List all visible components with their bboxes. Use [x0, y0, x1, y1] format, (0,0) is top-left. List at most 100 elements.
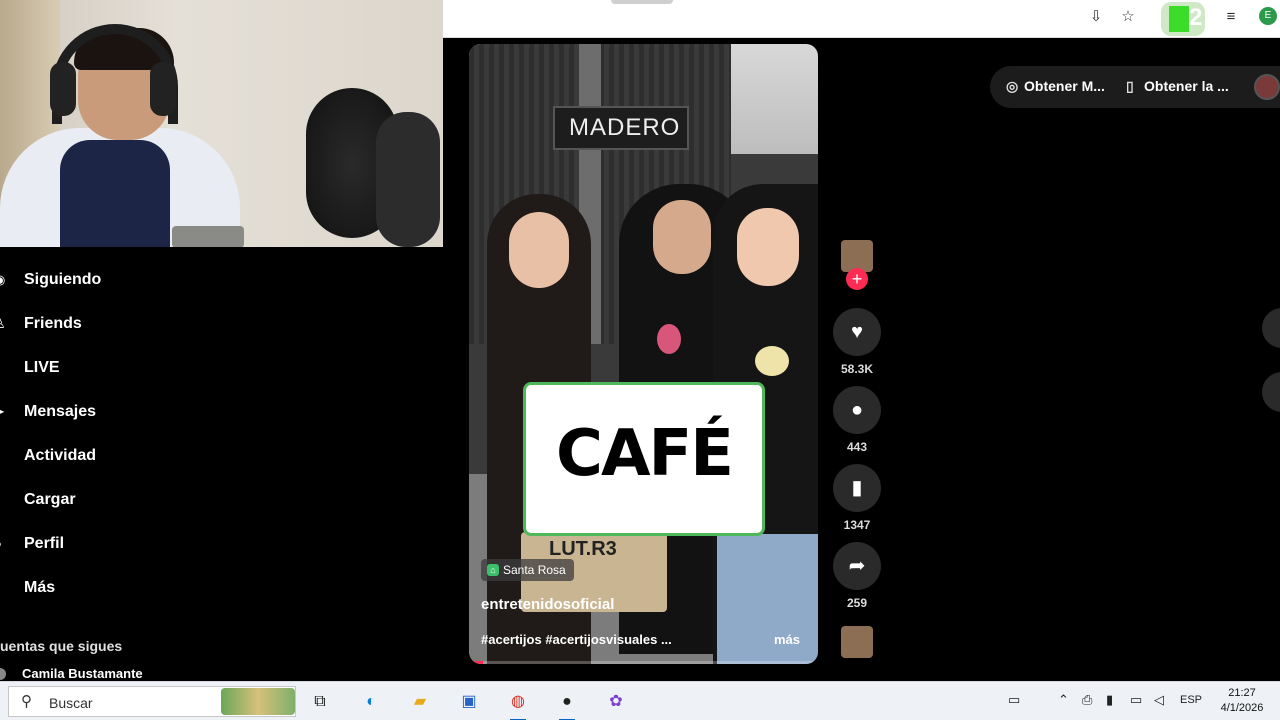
save-count: 1347 — [843, 518, 871, 532]
share-count: 259 — [846, 596, 868, 610]
ice-cream-pink — [657, 324, 681, 354]
like-button[interactable]: ♥ — [833, 308, 881, 356]
get-coins-button[interactable]: ◎ Obtener M... — [1006, 78, 1105, 95]
install-app-icon[interactable]: ⇩ — [1086, 7, 1106, 27]
sidebar-item-cargar[interactable]: ▯ Cargar — [0, 478, 260, 522]
ice-cream-vanilla — [755, 346, 789, 376]
messages-icon: ➤ — [0, 405, 8, 419]
sidebar-nav: ◉ Siguiendo ♙ Friends ▯ LIVE ➤ Mensajes … — [0, 258, 260, 610]
word-card: CAFÉ — [523, 382, 765, 536]
profile-icon: ● — [0, 537, 8, 551]
clock-time: 21:27 — [1228, 687, 1256, 699]
user-avatar[interactable] — [1254, 74, 1280, 100]
tab-indicator[interactable] — [611, 0, 673, 4]
upload-icon: ▯ — [0, 493, 8, 507]
following-icon: ◉ — [0, 273, 8, 287]
location-pin-icon: ⌂ — [487, 564, 499, 576]
music-disc-icon[interactable] — [841, 626, 873, 658]
usb-icon[interactable]: ⎙ — [1082, 692, 1092, 708]
face — [509, 212, 569, 288]
task-view-icon[interactable]: ⧉ — [306, 688, 334, 716]
battery-icon[interactable]: ▭ — [1008, 692, 1020, 708]
browser-toolbar: ⇩ ☆ 2 ≡ E — [443, 0, 1280, 38]
app-purple-icon[interactable]: ✿ — [602, 688, 630, 716]
comment-icon: ● — [850, 399, 864, 421]
store-icon[interactable]: ▣ — [455, 688, 483, 716]
sidebar-item-actividad[interactable]: ▯ Actividad — [0, 434, 260, 478]
following-user-avatar[interactable] — [0, 668, 6, 680]
following-user-name[interactable]: Camila Bustamante — [22, 666, 143, 681]
next-video-button[interactable] — [1262, 372, 1280, 412]
file-explorer-icon[interactable]: ▰ — [406, 688, 434, 716]
microphone-tray-icon[interactable]: ▮ — [1106, 692, 1113, 708]
sidebar-item-label: Perfil — [24, 535, 65, 552]
video-player[interactable]: MADERO LUT.R3 CAFÉ ⌂ Santa Rosa entreten… — [469, 44, 818, 664]
more-icon: · — [0, 581, 8, 595]
top-actions-bar: ◎ Obtener M... ▯ Obtener la ... — [990, 66, 1280, 108]
live-icon: ▯ — [0, 361, 8, 375]
like-count: 58.3K — [840, 362, 874, 376]
search-placeholder: Buscar — [49, 695, 93, 711]
microphone — [376, 112, 440, 247]
network-icon[interactable]: ▭ — [1130, 692, 1142, 708]
comment-count: 443 — [846, 440, 868, 454]
media-control-icon[interactable]: ≡ — [1221, 7, 1241, 27]
headphone-right-cup — [150, 62, 176, 116]
video-progress-bar[interactable] — [469, 661, 818, 664]
get-app-button[interactable]: ▯ Obtener la ... — [1126, 78, 1229, 95]
friends-icon: ♙ — [0, 317, 8, 331]
coin-icon: ◎ — [1006, 78, 1019, 94]
system-clock[interactable]: 21:27 4/1/2026 — [1212, 686, 1272, 716]
save-button[interactable]: ▮ — [833, 464, 881, 512]
webcam-overlay — [0, 0, 443, 247]
video-scene-sign: MADERO — [553, 106, 689, 150]
screen: ⇩ ☆ 2 ≡ E ◉ Siguiendo ♙ Friends ▯ LIVE ➤… — [0, 0, 1280, 720]
bag-text: LUT.R3 — [549, 538, 617, 560]
face — [737, 208, 799, 286]
edge-browser-icon[interactable]: ◐ — [357, 688, 385, 716]
sidebar-item-label: Más — [24, 579, 56, 596]
sidebar-item-live[interactable]: ▯ LIVE — [0, 346, 260, 390]
extension-badge: 2 — [1189, 4, 1203, 31]
tray-overflow-icon[interactable]: ⌃ — [1058, 692, 1069, 708]
sidebar-item-perfil[interactable]: ● Perfil — [0, 522, 260, 566]
obs-icon[interactable]: ● — [553, 688, 581, 720]
caption-more-link[interactable]: más — [774, 632, 800, 647]
extension-k-icon — [1169, 6, 1189, 32]
volume-icon[interactable]: ◁ — [1154, 692, 1164, 708]
comment-button[interactable]: ● — [833, 386, 881, 434]
sidebar-item-label: Cargar — [24, 491, 76, 508]
search-icon: ⚲ — [21, 693, 32, 710]
sidebar-item-mensajes[interactable]: ➤ Mensajes — [0, 390, 260, 434]
headphone-left-cup — [50, 62, 76, 116]
heart-icon: ♥ — [851, 321, 863, 343]
search-highlight-image[interactable] — [221, 688, 295, 715]
clock-date: 4/1/2026 — [1220, 702, 1264, 714]
previous-video-button[interactable] — [1262, 308, 1280, 348]
get-coins-label: Obtener M... — [1024, 78, 1105, 94]
mate-cup — [172, 226, 244, 247]
video-hashtags[interactable]: #acertijos #acertijosvisuales ... — [481, 632, 672, 647]
following-accounts-title: uentas que sigues — [0, 638, 123, 654]
share-arrow-icon: ➦ — [848, 555, 866, 577]
sidebar-item-mas[interactable]: · Más — [0, 566, 260, 610]
sidebar-item-label: Friends — [24, 315, 82, 332]
language-indicator[interactable]: ESP — [1180, 694, 1202, 706]
video-author[interactable]: entretenidosoficial — [481, 596, 614, 613]
get-app-label: Obtener la ... — [1144, 78, 1229, 94]
sidebar-item-label: Actividad — [24, 447, 97, 464]
phone-icon: ▯ — [1126, 78, 1134, 94]
taskbar-search[interactable]: ⚲ Buscar — [8, 686, 296, 717]
extension-button[interactable]: 2 — [1161, 2, 1205, 36]
sidebar-item-friends[interactable]: ♙ Friends — [0, 302, 260, 346]
sidebar-item-siguiendo[interactable]: ◉ Siguiendo — [0, 258, 260, 302]
share-button[interactable]: ➦ — [833, 542, 881, 590]
sidebar-item-label: Siguiendo — [24, 271, 102, 288]
bookmark-star-icon[interactable]: ☆ — [1118, 7, 1138, 27]
profile-avatar[interactable]: E — [1259, 7, 1277, 25]
follow-plus-icon[interactable]: + — [846, 268, 868, 290]
location-chip[interactable]: ⌂ Santa Rosa — [481, 559, 574, 581]
activity-icon: ▯ — [0, 449, 8, 463]
chrome-icon[interactable]: ◍ — [504, 688, 532, 720]
webcam-person-vest — [60, 140, 170, 247]
